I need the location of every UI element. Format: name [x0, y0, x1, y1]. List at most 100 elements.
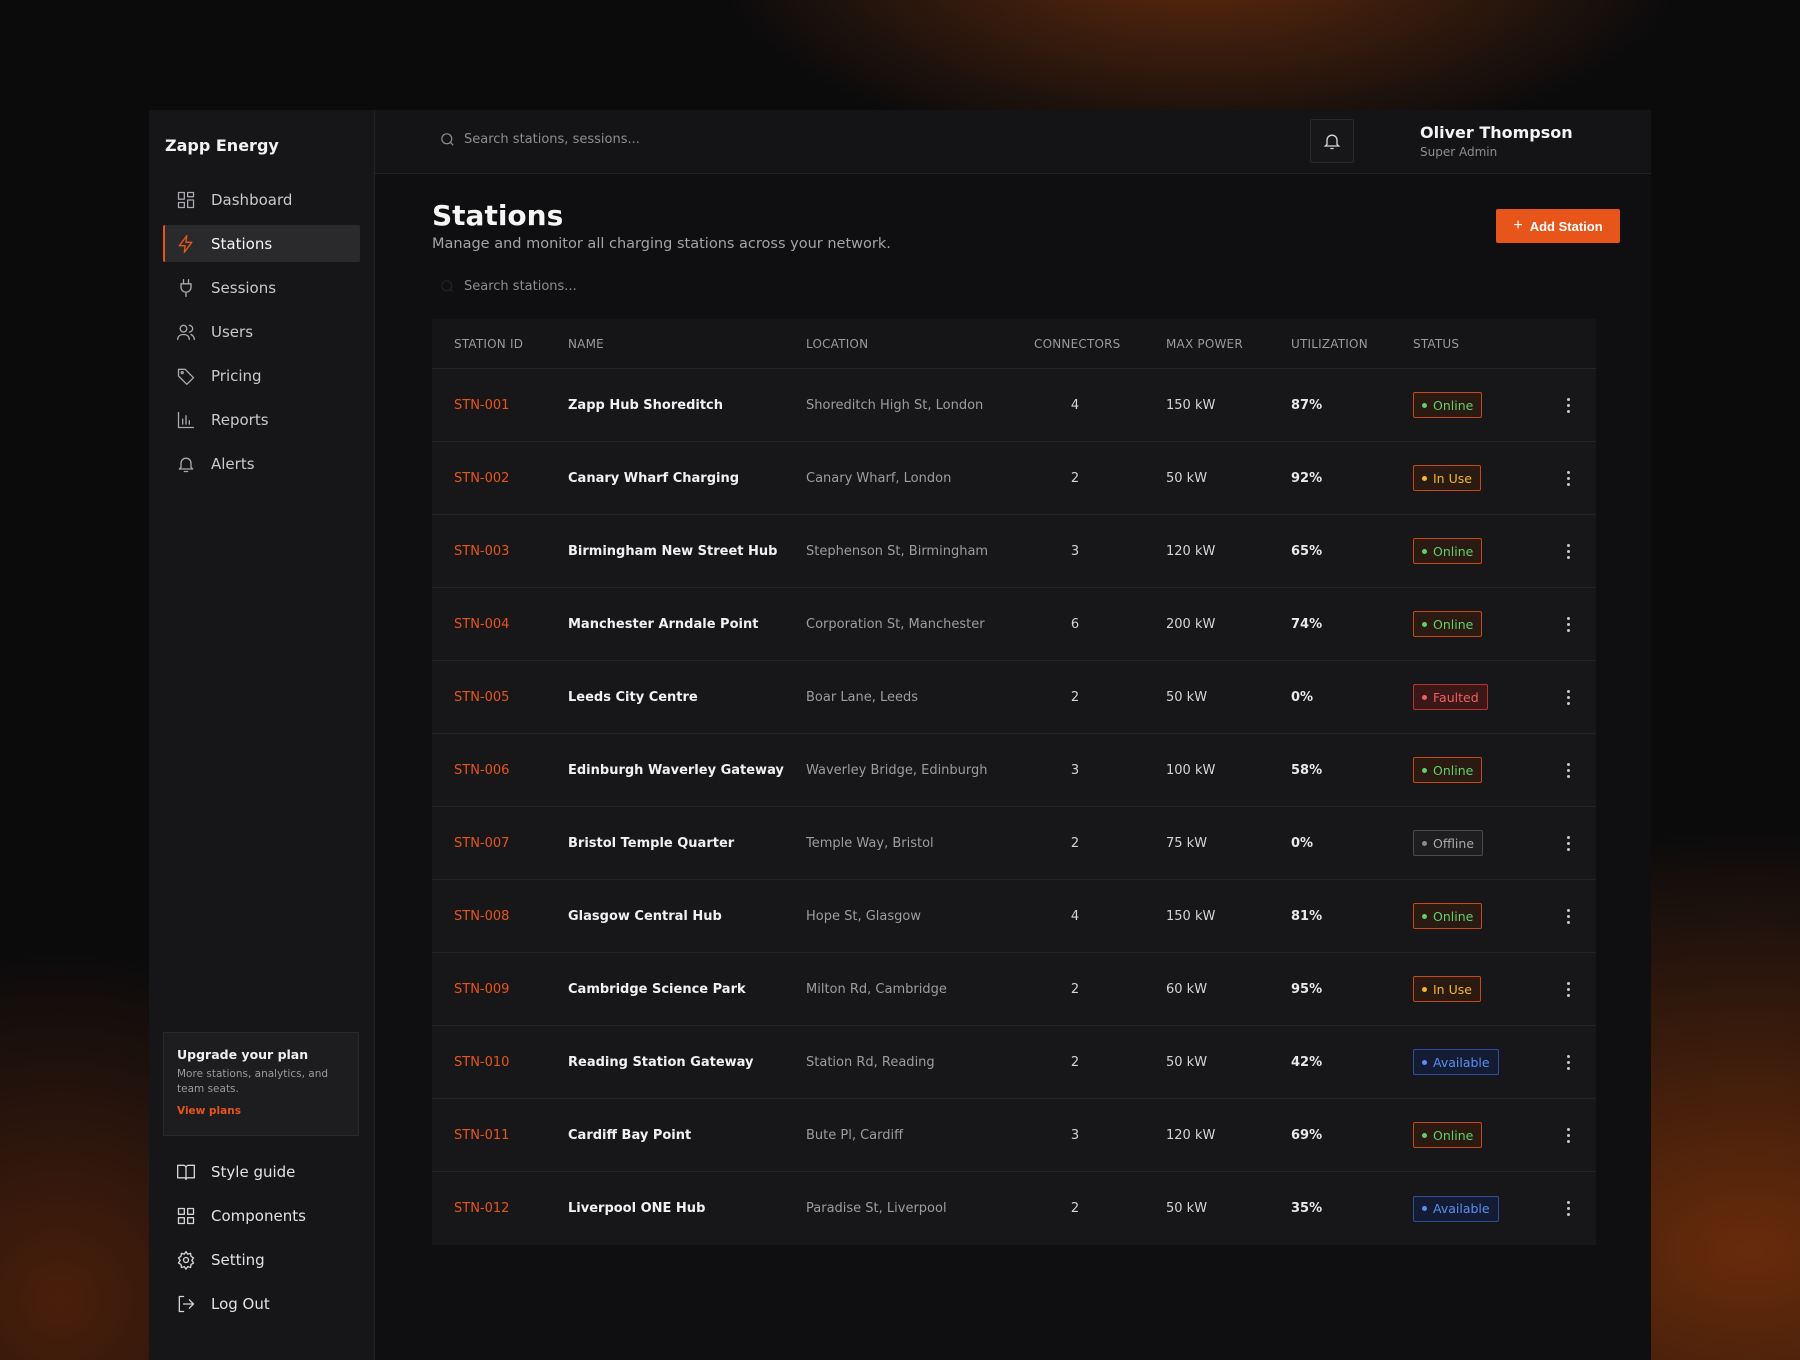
station-id-link[interactable]: STN-001 — [454, 398, 509, 413]
station-max-power: 150 kW — [1166, 397, 1216, 413]
status-dot — [1422, 913, 1427, 919]
row-actions-button[interactable] — [1558, 760, 1578, 780]
status-cell: In Use — [1413, 465, 1481, 491]
row-actions-button[interactable] — [1558, 979, 1578, 999]
column-header-connectors[interactable]: CONNECTORS — [1034, 337, 1120, 351]
lightning-icon — [175, 233, 197, 255]
sidebar-item-components[interactable]: Components — [163, 1197, 359, 1234]
users-icon — [175, 321, 197, 343]
station-name: Cardiff Bay Point — [568, 1127, 692, 1143]
sidebar-item-alerts[interactable]: Alerts — [163, 445, 360, 482]
station-name: Birmingham New Street Hub — [568, 543, 778, 559]
status-cell: Available — [1413, 1049, 1499, 1075]
notifications-button[interactable] — [1310, 119, 1354, 163]
row-actions-button[interactable] — [1558, 1125, 1578, 1145]
station-location: Milton Rd, Cambridge — [806, 981, 947, 997]
column-header-max-power[interactable]: MAX POWER — [1166, 337, 1243, 351]
status-label: In Use — [1433, 981, 1472, 997]
table-row[interactable]: STN-009 Cambridge Science Park Milton Rd, … — [432, 953, 1596, 1026]
table-row[interactable]: STN-003 Birmingham New Street Hub Stephens… — [432, 515, 1596, 588]
table-row[interactable]: STN-005 Leeds City Centre Boar Lane, Leeds… — [432, 661, 1596, 734]
column-header-location[interactable]: LOCATION — [806, 337, 868, 351]
station-search[interactable]: Search stations... — [439, 278, 839, 295]
user-profile[interactable]: Oliver Thompson Super Admin — [1420, 123, 1573, 159]
row-actions-button[interactable] — [1558, 1052, 1578, 1072]
status-dot — [1422, 1059, 1427, 1065]
sidebar-item-reports[interactable]: Reports — [163, 401, 360, 438]
table-row[interactable]: STN-007 Bristol Temple Quarter Temple Way,… — [432, 807, 1596, 880]
station-id-link[interactable]: STN-010 — [454, 1055, 509, 1070]
sidebar-item-users[interactable]: Users — [163, 313, 360, 350]
sidebar-item-setting[interactable]: Setting — [163, 1241, 359, 1278]
station-name: Glasgow Central Hub — [568, 908, 722, 924]
station-connectors: 3 — [1070, 762, 1080, 778]
station-max-power: 150 kW — [1166, 908, 1216, 924]
sidebar-item-stations[interactable]: Stations — [163, 225, 360, 262]
table-header: STATION ID NAME LOCATION CONNECTORS MAX … — [432, 319, 1596, 369]
station-id-link[interactable]: STN-008 — [454, 909, 509, 924]
row-actions-button[interactable] — [1558, 906, 1578, 926]
status-badge: Online — [1413, 538, 1483, 564]
row-actions-button[interactable] — [1558, 468, 1578, 488]
column-header-utilization[interactable]: UTILIZATION — [1291, 337, 1368, 351]
station-id-link[interactable]: STN-002 — [454, 471, 509, 486]
table-row[interactable]: STN-006 Edinburgh Waverley Gateway Waverle… — [432, 734, 1596, 807]
table-row[interactable]: STN-010 Reading Station Gateway Station Rd… — [432, 1026, 1596, 1099]
table-row[interactable]: STN-001 Zapp Hub Shoreditch Shoreditch Hig… — [432, 369, 1596, 442]
station-id-link[interactable]: STN-003 — [454, 544, 509, 559]
sidebar-item-style-guide[interactable]: Style guide — [163, 1153, 359, 1190]
station-location: Station Rd, Reading — [806, 1054, 935, 1070]
sidebar-item-logout[interactable]: Log Out — [163, 1285, 359, 1322]
sidebar-item-sessions[interactable]: Sessions — [163, 269, 360, 306]
sidebar: Zapp Energy Dashboard Stations Sessions … — [149, 110, 375, 1360]
station-max-power: 50 kW — [1166, 689, 1208, 705]
table-row[interactable]: STN-011 Cardiff Bay Point Bute Pl, Cardiff… — [432, 1099, 1596, 1172]
station-max-power: 75 kW — [1166, 835, 1208, 851]
page-subtitle: Manage and monitor all charging stations… — [432, 236, 891, 252]
bell-icon — [175, 453, 197, 475]
status-label: Offline — [1433, 835, 1475, 851]
station-max-power: 60 kW — [1166, 981, 1208, 997]
column-header-name[interactable]: NAME — [568, 337, 604, 351]
station-id-link[interactable]: STN-007 — [454, 836, 509, 851]
column-header-status[interactable]: STATUS — [1413, 337, 1459, 351]
book-icon — [175, 1161, 197, 1183]
table-row[interactable]: STN-008 Glasgow Central Hub Hope St, Glasg… — [432, 880, 1596, 953]
search-icon — [441, 133, 454, 146]
row-actions-button[interactable] — [1558, 541, 1578, 561]
status-badge: Available — [1413, 1049, 1499, 1075]
station-max-power: 100 kW — [1166, 762, 1216, 778]
row-actions-button[interactable] — [1558, 687, 1578, 707]
sidebar-item-pricing[interactable]: Pricing — [163, 357, 360, 394]
station-location: Canary Wharf, London — [806, 470, 952, 486]
global-search[interactable]: Search stations, sessions... — [439, 131, 839, 148]
station-utilization: 95% — [1291, 981, 1323, 997]
station-id-link[interactable]: STN-004 — [454, 617, 509, 632]
station-id-link[interactable]: STN-011 — [454, 1128, 509, 1143]
station-id-link[interactable]: STN-009 — [454, 982, 509, 997]
table-row[interactable]: STN-012 Liverpool ONE Hub Paradise St, Liv… — [432, 1172, 1596, 1245]
station-name: Bristol Temple Quarter — [568, 835, 735, 851]
station-id-link[interactable]: STN-012 — [454, 1201, 509, 1216]
table-row[interactable]: STN-002 Canary Wharf Charging Canary Wharf… — [432, 442, 1596, 515]
sidebar-item-label: Pricing — [211, 366, 262, 385]
station-id-link[interactable]: STN-006 — [454, 763, 509, 778]
row-actions-button[interactable] — [1558, 395, 1578, 415]
view-plans-link[interactable]: View plans — [177, 1105, 345, 1117]
table-row[interactable]: STN-004 Manchester Arndale Point Corporati… — [432, 588, 1596, 661]
row-actions-button[interactable] — [1558, 614, 1578, 634]
station-connectors: 2 — [1070, 689, 1080, 705]
column-header-station-id[interactable]: STATION ID — [454, 337, 523, 351]
station-utilization: 0% — [1291, 689, 1314, 705]
station-location: Boar Lane, Leeds — [806, 689, 919, 705]
station-id-link[interactable]: STN-005 — [454, 690, 509, 705]
sidebar-item-dashboard[interactable]: Dashboard — [163, 181, 360, 218]
station-utilization: 92% — [1291, 470, 1323, 486]
row-actions-button[interactable] — [1558, 833, 1578, 853]
row-actions-button[interactable] — [1558, 1199, 1578, 1219]
station-name: Edinburgh Waverley Gateway — [568, 762, 784, 778]
station-max-power: 120 kW — [1166, 1127, 1216, 1143]
global-search-placeholder: Search stations, sessions... — [464, 132, 640, 147]
add-station-button[interactable]: + Add Station — [1496, 209, 1620, 243]
status-badge: In Use — [1413, 976, 1481, 1002]
